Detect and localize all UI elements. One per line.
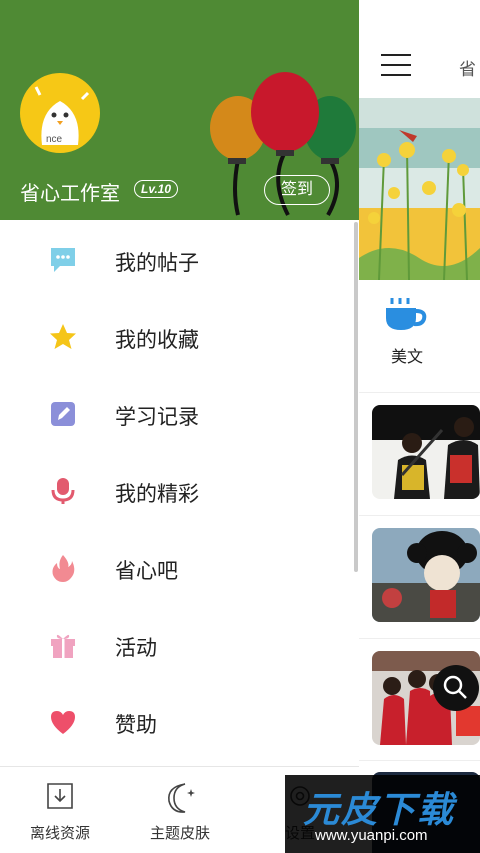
menu-item-favorites[interactable]: 我的收藏 — [0, 297, 359, 374]
sign-in-button[interactable]: 签到 — [264, 175, 330, 205]
menu-item-study-record[interactable]: 学习记录 — [0, 374, 359, 451]
menu-label: 省心吧 — [115, 560, 178, 583]
watermark: 元皮下载 www.yuanpi.com — [285, 775, 480, 853]
main-page-peek: 省 美文 — [359, 0, 480, 853]
bottom-label: 离线资源 — [29, 825, 90, 842]
menu-item-highlights[interactable]: 我的精彩 — [0, 451, 359, 528]
flame-icon — [52, 555, 75, 582]
download-icon — [47, 783, 73, 809]
search-icon — [443, 675, 467, 699]
menu-item-my-posts[interactable]: 我的帖子 — [0, 220, 359, 297]
profile-header: nce 省心工作室 Lv.10 签到 — [0, 0, 359, 220]
divider — [359, 515, 480, 516]
navigation-drawer: nce 省心工作室 Lv.10 签到 我的帖子 我的收藏 学习记录 我的精彩 省… — [0, 0, 359, 853]
drawer-menu: 我的帖子 我的收藏 学习记录 我的精彩 省心吧 活动 赞助 — [0, 220, 359, 759]
avatar-text: nce — [46, 134, 63, 145]
menu-item-forum[interactable]: 省心吧 — [0, 528, 359, 605]
main-toolbar: 省 — [359, 0, 480, 98]
article-thumbnail[interactable] — [372, 528, 480, 622]
menu-label: 我的精彩 — [115, 483, 199, 506]
category-meiwen[interactable]: 美文 — [377, 296, 437, 367]
menu-item-sponsor[interactable]: 赞助 — [0, 682, 359, 759]
username: 省心工作室 — [20, 183, 120, 205]
menu-item-activities[interactable]: 活动 — [0, 605, 359, 682]
search-fab-button[interactable] — [433, 665, 479, 711]
heart-icon — [51, 711, 75, 734]
hamburger-menu-icon[interactable] — [381, 54, 411, 76]
bottom-label: 主题皮肤 — [149, 825, 210, 842]
divider — [359, 638, 480, 639]
gift-icon — [51, 634, 75, 658]
divider — [359, 760, 480, 761]
menu-label: 学习记录 — [115, 406, 199, 429]
banner-image[interactable] — [359, 98, 480, 280]
divider — [359, 392, 480, 393]
moon-icon — [168, 783, 195, 813]
edit-note-icon — [51, 402, 75, 426]
chat-bubble-icon — [51, 248, 75, 272]
theme-skin-button[interactable]: 主题皮肤 — [130, 767, 230, 853]
scrollbar[interactable] — [354, 222, 358, 572]
menu-label: 我的帖子 — [115, 252, 199, 275]
menu-label: 赞助 — [115, 714, 157, 737]
level-badge: Lv.10 — [134, 180, 179, 198]
cartoon-chick-icon: nce — [34, 86, 90, 145]
menu-label: 我的收藏 — [115, 329, 199, 352]
microphone-icon — [51, 478, 75, 504]
star-icon — [50, 324, 76, 349]
teacup-icon — [386, 298, 427, 330]
watermark-brand: 元皮下载 — [303, 789, 456, 830]
watermark-url: www.yuanpi.com — [315, 827, 428, 844]
category-label: 美文 — [390, 349, 423, 366]
menu-label: 活动 — [115, 637, 157, 660]
article-thumbnail[interactable] — [372, 405, 480, 499]
offline-resources-button[interactable]: 离线资源 — [10, 767, 110, 853]
main-title-partial: 省 — [459, 60, 476, 79]
avatar[interactable]: nce — [20, 73, 100, 153]
